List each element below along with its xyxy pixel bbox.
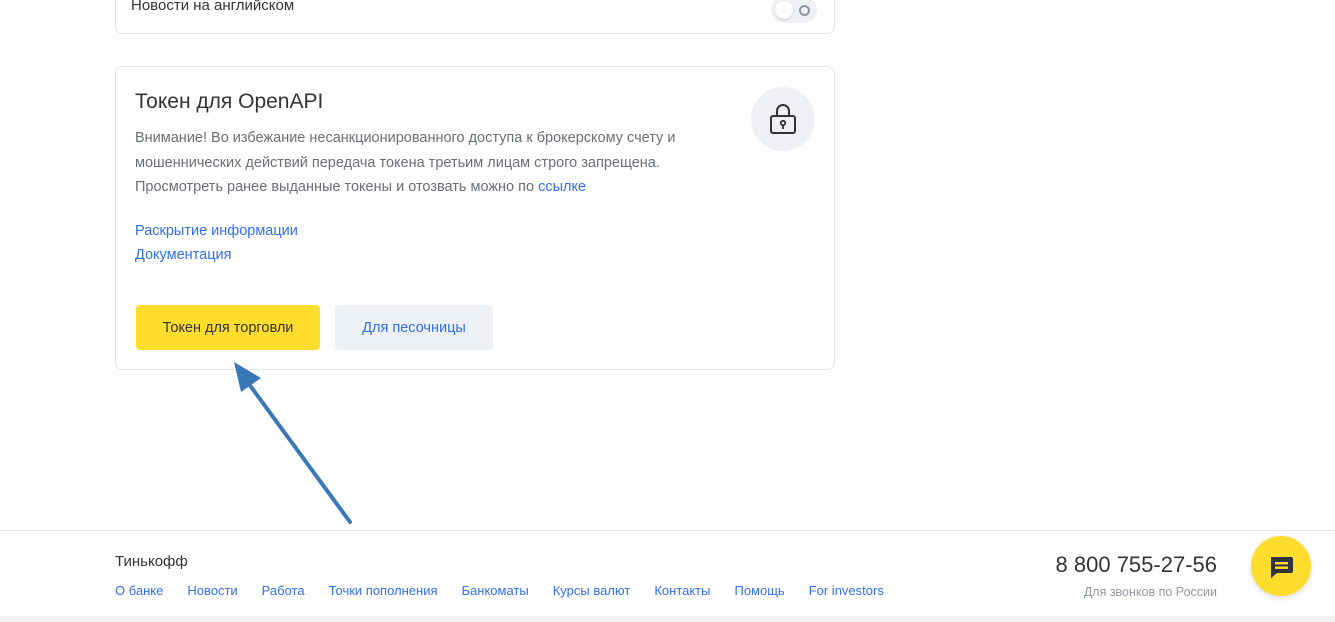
documentation-link[interactable]: Документация (135, 243, 298, 267)
footer-bottom-strip (0, 616, 1335, 622)
footer-brand: Тинькофф (115, 553, 188, 570)
footer-link-exchange-rates[interactable]: Курсы валют (553, 583, 631, 598)
english-news-toggle[interactable] (771, 0, 817, 23)
footer-link-news[interactable]: Новости (187, 583, 237, 598)
toggle-off-indicator (799, 5, 810, 16)
issued-tokens-link[interactable]: ссылке (538, 179, 586, 195)
lock-icon (770, 104, 796, 134)
warning-line-1: Внимание! Во избежание несанкционированн… (135, 130, 676, 146)
warning-line-2: мошеннических действий передача токена т… (135, 154, 660, 171)
footer-link-investors[interactable]: For investors (809, 583, 884, 598)
sandbox-token-button[interactable]: Для песочницы (335, 305, 493, 350)
footer-phone[interactable]: 8 800 755-27-56 (1056, 552, 1217, 578)
warning-line-3: Просмотреть ранее выданные токены и отоз… (135, 175, 735, 200)
token-warning-text: Внимание! Во избежание несанкционированн… (135, 126, 735, 200)
footer-phone-note: Для звонков по России (1083, 585, 1217, 599)
english-news-setting: Новости на английском (115, 0, 835, 34)
chat-icon (1271, 557, 1293, 578)
card-links: Раскрытие информации Документация (135, 219, 298, 267)
footer: Тинькофф О банке Новости Работа Точки по… (0, 530, 1335, 622)
toggle-knob (775, 1, 793, 19)
page: Новости на английском Токен для OpenAPI … (0, 0, 1335, 622)
footer-link-help[interactable]: Помощь (734, 583, 784, 598)
trade-token-button[interactable]: Токен для торговли (136, 305, 320, 350)
footer-nav: О банке Новости Работа Точки пополнения … (115, 583, 908, 598)
footer-link-jobs[interactable]: Работа (262, 583, 305, 598)
footer-link-about[interactable]: О банке (115, 583, 163, 598)
card-title: Токен для OpenAPI (135, 90, 324, 113)
english-news-label: Новости на английском (131, 0, 295, 14)
openapi-token-card: Токен для OpenAPI Внимание! Во избежание… (115, 66, 835, 370)
disclosure-link[interactable]: Раскрытие информации (135, 219, 298, 243)
warning-line-3-text: Просмотреть ранее выданные токены и отоз… (135, 179, 535, 195)
footer-link-atms[interactable]: Банкоматы (462, 583, 529, 598)
footer-link-topup-points[interactable]: Точки пополнения (329, 583, 438, 598)
lock-badge (751, 87, 815, 151)
chat-button[interactable] (1251, 536, 1311, 596)
footer-link-contacts[interactable]: Контакты (654, 583, 710, 598)
